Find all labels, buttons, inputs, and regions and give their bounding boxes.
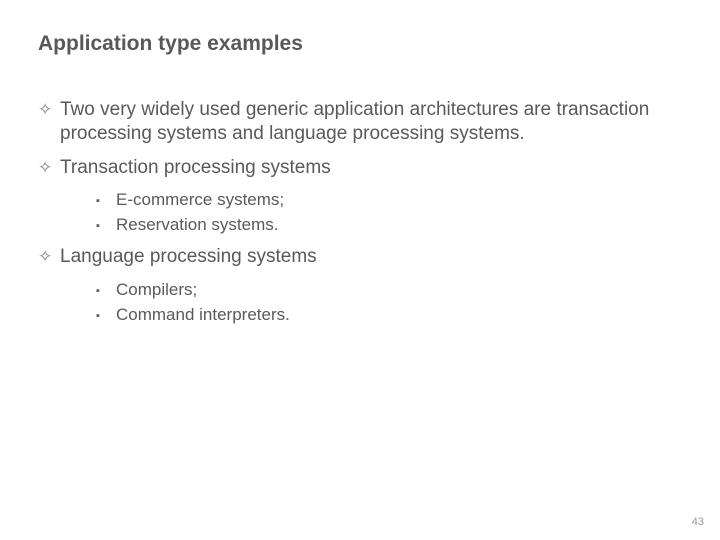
square-bullet-icon: ▪ <box>96 214 116 234</box>
bullet-l1: ✧ Transaction processing systems <box>38 156 682 180</box>
slide: Application type examples ✧ Two very wid… <box>0 0 720 327</box>
square-bullet-icon: ▪ <box>96 279 116 299</box>
bullet-l2: ▪ Compilers; <box>96 279 682 302</box>
bullet-group: ✧ Language processing systems ▪ Compiler… <box>38 245 682 327</box>
bullet-l1: ✧ Language processing systems <box>38 245 682 269</box>
square-bullet-icon: ▪ <box>96 304 116 324</box>
bullet-text: Two very widely used generic application… <box>60 98 682 146</box>
bullet-text: Command interpreters. <box>116 304 290 327</box>
bullet-group: ✧ Transaction processing systems ▪ E-com… <box>38 156 682 238</box>
page-number: 43 <box>692 516 704 528</box>
bullet-text: Language processing systems <box>60 245 682 269</box>
diamond-bullet-icon: ✧ <box>38 98 60 120</box>
bullet-l1: ✧ Two very widely used generic applicati… <box>38 98 682 146</box>
square-bullet-icon: ▪ <box>96 189 116 209</box>
bullet-l2: ▪ Command interpreters. <box>96 304 682 327</box>
diamond-bullet-icon: ✧ <box>38 156 60 178</box>
diamond-bullet-icon: ✧ <box>38 245 60 267</box>
bullet-l2: ▪ E-commerce systems; <box>96 189 682 212</box>
bullet-text: Transaction processing systems <box>60 156 682 180</box>
bullet-group: ✧ Two very widely used generic applicati… <box>38 98 682 146</box>
slide-title: Application type examples <box>38 32 682 56</box>
bullet-l2: ▪ Reservation systems. <box>96 214 682 237</box>
bullet-text: E-commerce systems; <box>116 189 284 212</box>
bullet-text: Compilers; <box>116 279 197 302</box>
bullet-text: Reservation systems. <box>116 214 279 237</box>
